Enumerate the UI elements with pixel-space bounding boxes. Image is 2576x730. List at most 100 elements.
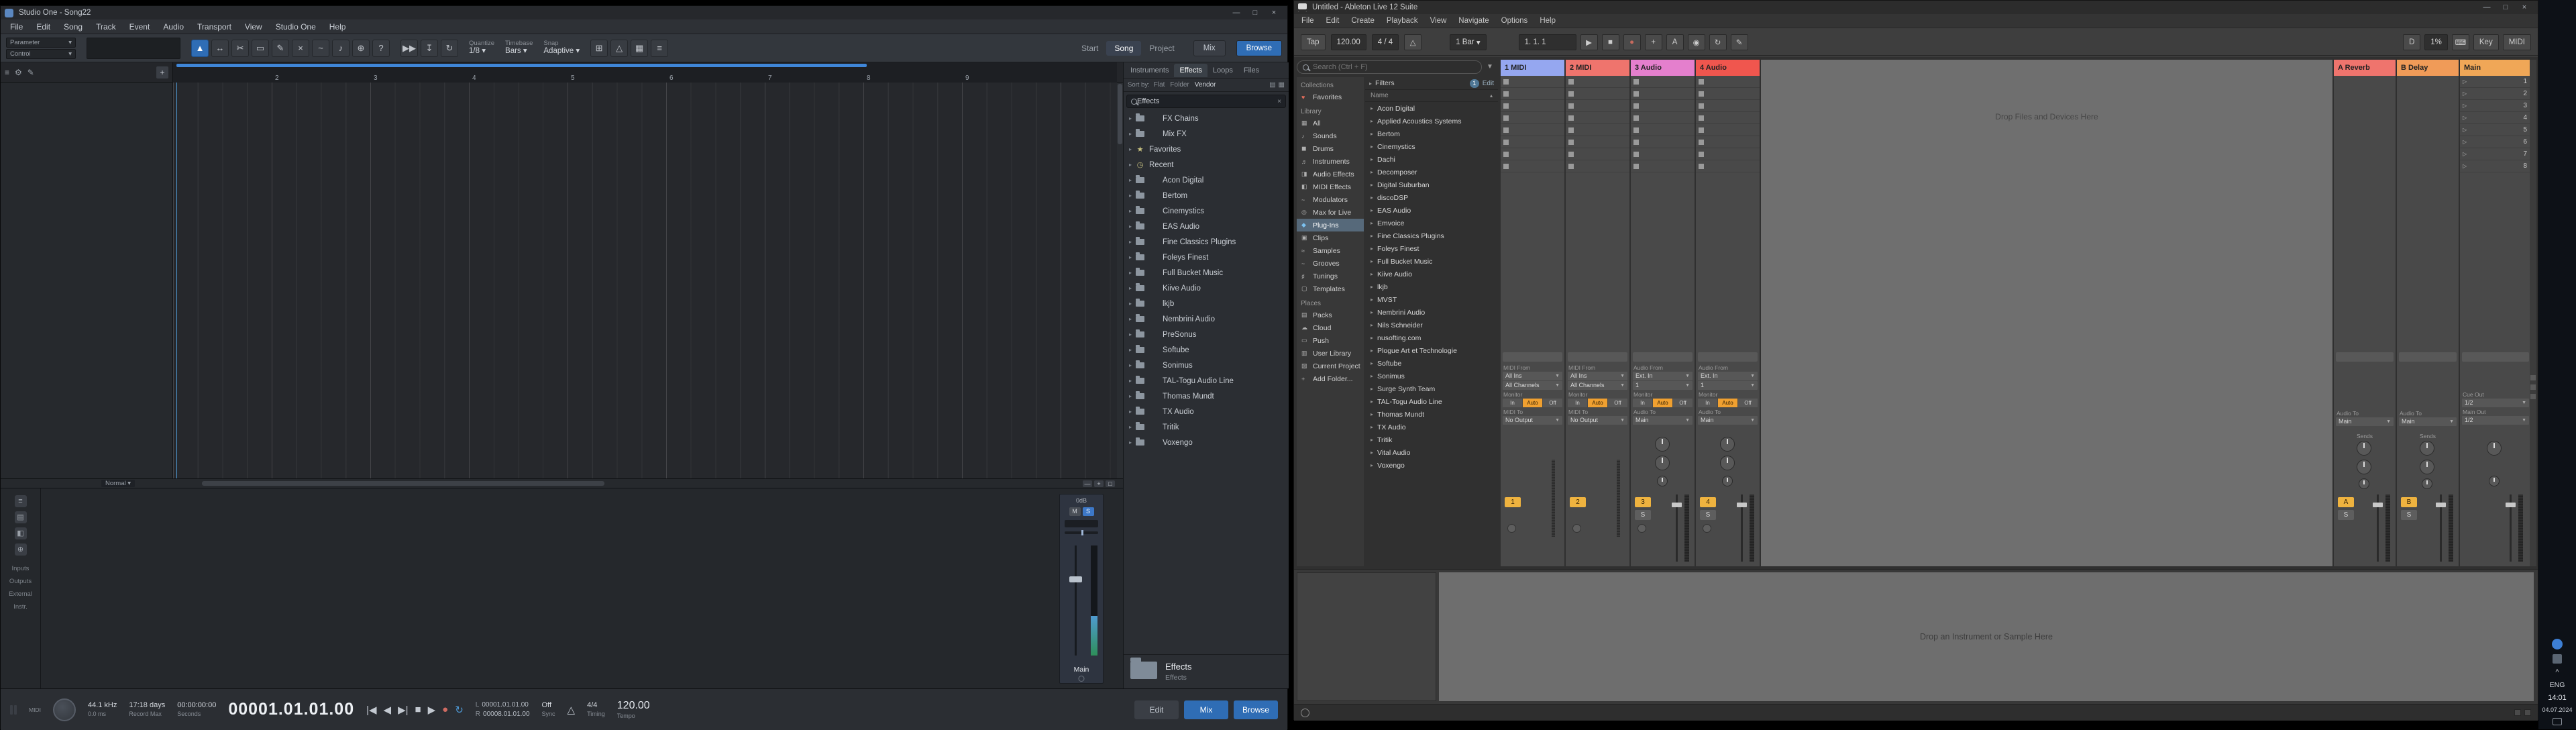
browser-folder-row[interactable]: ▸ PreSonus xyxy=(1124,327,1289,342)
view-button[interactable]: Browse xyxy=(1234,700,1278,719)
clip-slot[interactable] xyxy=(1696,88,1760,100)
expand-chevron-icon[interactable]: ▸ xyxy=(1371,156,1373,162)
grid-view-icon[interactable]: ▦ xyxy=(631,40,648,57)
clip-slot[interactable] xyxy=(1631,124,1695,136)
output-type-chooser[interactable]: Main▼ xyxy=(2336,417,2394,426)
horizontal-scrollbar[interactable]: Normal ▾ — + □ xyxy=(1,478,1123,488)
clip-slot[interactable] xyxy=(1566,112,1629,124)
menu-item[interactable]: View xyxy=(1424,17,1453,25)
close-icon[interactable]: × xyxy=(2515,1,2534,14)
vendor-folder-row[interactable]: ▸ Acon Digital xyxy=(1365,102,1498,115)
fader-cap[interactable] xyxy=(1069,576,1082,582)
track-settings-icon[interactable]: ⚙ xyxy=(15,68,22,77)
pan-knob[interactable] xyxy=(2422,478,2432,489)
menu-item[interactable]: Audio xyxy=(156,22,191,32)
menu-item[interactable]: Track xyxy=(89,22,123,32)
expand-chevron-icon[interactable]: ▸ xyxy=(1129,223,1136,229)
computer-midi-keyboard-icon[interactable]: ⌨ xyxy=(2452,34,2469,50)
show-sends-toggle[interactable] xyxy=(2530,384,2536,390)
timeline-ruler[interactable]: 23456789 xyxy=(173,62,1117,83)
filters-header-row[interactable]: ▸ Filters 1 Edit xyxy=(1365,77,1498,90)
midi-map-button[interactable]: MIDI xyxy=(2503,34,2531,50)
clip-slot[interactable] xyxy=(1631,88,1695,100)
range-tool-icon[interactable]: ↔ xyxy=(211,40,229,57)
clip-slot[interactable] xyxy=(1631,148,1695,160)
browser-search-box[interactable]: × xyxy=(1126,95,1286,108)
console-io-icon[interactable]: ◧ xyxy=(15,527,27,539)
send-a-knob[interactable] xyxy=(1655,437,1670,452)
scene-slot[interactable]: ▷ 1 xyxy=(2460,76,2531,88)
console-add-icon[interactable]: ⊕ xyxy=(15,543,27,556)
view-button[interactable]: Edit xyxy=(1134,700,1179,719)
parameter-select[interactable]: Parameter▾ xyxy=(6,38,76,48)
snap-group[interactable]: Snap Adaptive ▾ xyxy=(543,40,580,56)
vendor-folder-row[interactable]: ▸ Dachi xyxy=(1365,153,1498,166)
sidebar-item[interactable]: ▦ All xyxy=(1297,117,1364,129)
return-activator-button[interactable]: B xyxy=(2401,497,2417,507)
tap-tempo-button[interactable]: Tap xyxy=(1301,34,1326,50)
monitor-auto[interactable]: Auto xyxy=(1718,399,1737,407)
browser-folder-row[interactable]: ▸ Foleys Finest xyxy=(1124,250,1289,265)
browser-folder-row[interactable]: ▸ Cinemystics xyxy=(1124,203,1289,219)
expand-chevron-icon[interactable]: ▸ xyxy=(1371,144,1373,150)
send-a-knob[interactable] xyxy=(2420,441,2434,456)
clear-search-icon[interactable]: × xyxy=(1277,98,1281,105)
expand-chevron-icon[interactable]: ▸ xyxy=(1371,246,1373,252)
help-tool-icon[interactable]: ? xyxy=(372,40,390,57)
scene-slot[interactable]: ▷ 4 xyxy=(2460,112,2531,124)
browser-folder-row[interactable]: ▸ Acon Digital xyxy=(1124,172,1289,188)
vendor-folder-row[interactable]: ▸ EAS Audio xyxy=(1365,204,1498,217)
console-channels-icon[interactable]: ▤ xyxy=(15,511,27,523)
scene-launch-icon[interactable]: ▷ xyxy=(2463,151,2467,157)
vertical-scrollbar-thumb[interactable] xyxy=(1118,84,1122,144)
sidebar-item-place[interactable]: ▤ Packs xyxy=(1297,309,1364,321)
clip-slot[interactable] xyxy=(1566,124,1629,136)
arm-record-button[interactable] xyxy=(1572,524,1581,533)
input-type-chooser[interactable]: Ext. In▼ xyxy=(1633,372,1693,380)
fader-cap[interactable] xyxy=(2373,503,2383,507)
browser-tab[interactable]: Instruments xyxy=(1125,64,1174,77)
scene-launch-icon[interactable]: ▷ xyxy=(2463,91,2467,97)
loop-follow-icon[interactable]: ↻ xyxy=(441,40,458,57)
sidebar-item-place[interactable]: ▨ Current Project xyxy=(1297,360,1364,372)
view-button[interactable]: Mix xyxy=(1184,700,1228,719)
flat-view-icon[interactable]: ▤ xyxy=(1269,81,1275,89)
vendor-folder-row[interactable]: ▸ Emvoice xyxy=(1365,217,1498,229)
vendor-folder-row[interactable]: ▸ Vital Audio xyxy=(1365,446,1498,459)
pan-knob[interactable] xyxy=(1657,476,1668,486)
precount-display[interactable]: Off Sync xyxy=(542,701,555,718)
fader-cap[interactable] xyxy=(1737,503,1747,507)
quantization-select[interactable]: 1 Bar ▾ xyxy=(1450,34,1486,50)
tree-view-icon[interactable]: ▦ xyxy=(1279,81,1285,89)
menu-item[interactable]: File xyxy=(1295,17,1320,25)
loop-toggle-icon[interactable]: ↻ xyxy=(1709,34,1727,50)
browser-folder-row[interactable]: ▸ EAS Audio xyxy=(1124,219,1289,234)
clip-slot[interactable] xyxy=(1501,160,1564,172)
browser-folder-row[interactable]: ▸ Mix FX xyxy=(1124,126,1289,142)
browser-folder-row[interactable]: ▸ Fine Classics Plugins xyxy=(1124,234,1289,250)
vendor-folder-row[interactable]: ▸ nusofting.com xyxy=(1365,331,1498,344)
browser-folder-row[interactable]: ▸ lkjb xyxy=(1124,296,1289,311)
expand-chevron-icon[interactable]: ▸ xyxy=(1129,362,1136,368)
sidebar-item-place[interactable]: + Add Folder... xyxy=(1297,372,1364,385)
browser-folder-row[interactable]: ▸ Bertom xyxy=(1124,188,1289,203)
metronome-icon[interactable]: △ xyxy=(1404,34,1421,50)
expand-chevron-icon[interactable]: ▸ xyxy=(1129,177,1136,183)
expand-chevron-icon[interactable]: ▸ xyxy=(1129,439,1136,446)
browser-tab[interactable]: Files xyxy=(1238,64,1265,77)
menu-item[interactable]: Help xyxy=(323,22,353,32)
pan-knob[interactable] xyxy=(1722,476,1733,486)
sort-arrow-icon[interactable]: ▴ xyxy=(1490,93,1493,99)
expand-chevron-icon[interactable]: ▸ xyxy=(1371,284,1373,290)
track-header[interactable]: 1 MIDI xyxy=(1501,60,1564,76)
expand-chevron-icon[interactable]: ▸ xyxy=(1371,373,1373,379)
menu-item[interactable]: Playback xyxy=(1381,17,1424,25)
loop-toggle-icon[interactable]: ↻ xyxy=(455,704,464,716)
clip-slot[interactable] xyxy=(1696,136,1760,148)
pan-knob[interactable] xyxy=(2489,476,2500,486)
expand-chevron-icon[interactable]: ▸ xyxy=(1129,254,1136,260)
expand-chevron-icon[interactable]: ▸ xyxy=(1371,462,1373,468)
expand-chevron-icon[interactable]: ▸ xyxy=(1129,115,1136,121)
scene-slot[interactable]: ▷ 3 xyxy=(2460,100,2531,112)
page-button[interactable]: Start xyxy=(1073,41,1106,56)
